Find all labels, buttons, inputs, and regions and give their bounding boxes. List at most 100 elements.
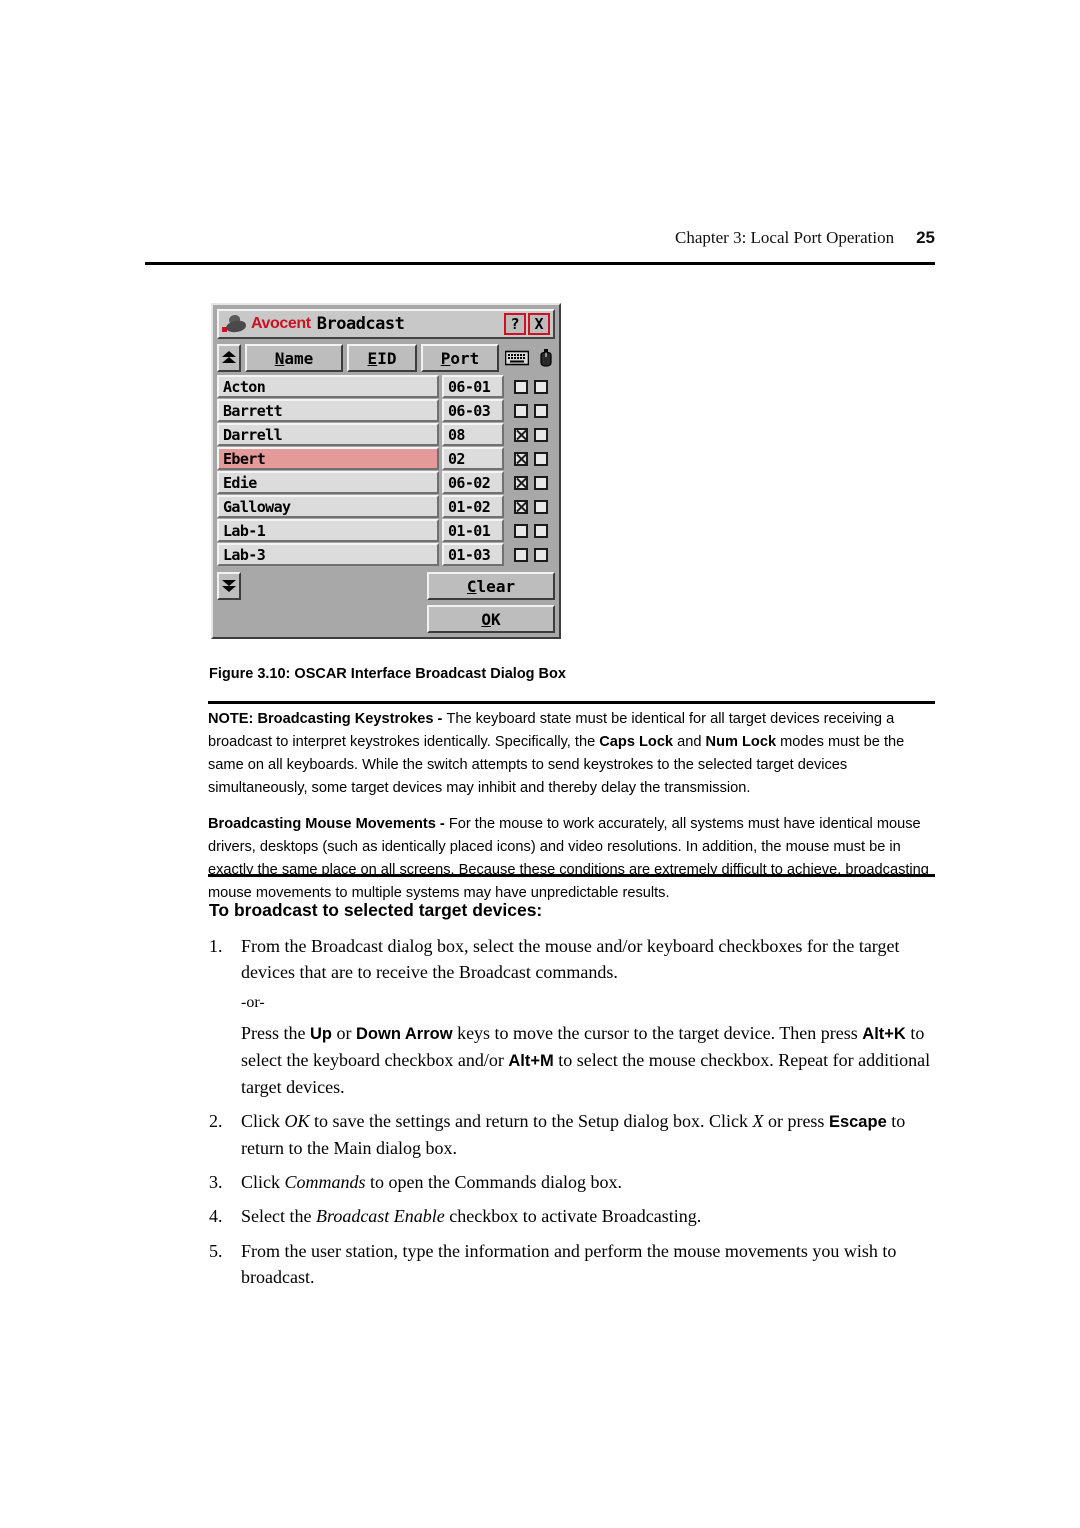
note-paragraph-keystrokes: NOTE: Broadcasting Keystrokes - The keyb… bbox=[208, 708, 938, 800]
note-label-mouse: Broadcasting Mouse Movements - bbox=[208, 816, 449, 833]
page-running-header: Chapter 3: Local Port Operation 25 bbox=[145, 228, 935, 248]
keyboard-checkbox[interactable] bbox=[514, 523, 528, 538]
s2-a: Click bbox=[241, 1111, 285, 1132]
footer-buttons: Clear OK bbox=[427, 572, 555, 633]
device-port-cell[interactable]: 01-02 bbox=[442, 495, 504, 518]
keyboard-checkbox[interactable] bbox=[514, 499, 528, 514]
device-port-cell[interactable]: 06-02 bbox=[442, 471, 504, 494]
note-label-keystrokes: NOTE: Broadcasting Keystrokes - bbox=[208, 711, 447, 727]
device-checkbox-row bbox=[507, 495, 555, 518]
mouse-checkbox[interactable] bbox=[534, 403, 548, 418]
clear-rest: lear bbox=[476, 576, 516, 596]
help-button[interactable]: ? bbox=[504, 313, 526, 335]
keyboard-checkbox[interactable] bbox=[514, 403, 528, 418]
s3-italic-commands: Commands bbox=[284, 1172, 366, 1193]
note-rule-bottom bbox=[208, 874, 935, 877]
step-number: 1. bbox=[209, 936, 223, 956]
device-name-cell[interactable]: Edie bbox=[217, 471, 439, 494]
keyboard-icon bbox=[505, 350, 529, 366]
mouse-checkbox[interactable] bbox=[534, 547, 548, 562]
scroll-up-icon bbox=[222, 351, 236, 363]
device-port-cell[interactable]: 06-03 bbox=[442, 399, 504, 422]
step2-text: Click OK to save the settings and return… bbox=[241, 1108, 939, 1161]
column-header-keyboard bbox=[504, 344, 530, 372]
column-header-port[interactable]: Port bbox=[421, 344, 499, 372]
device-name-cell[interactable]: Ebert bbox=[217, 447, 439, 470]
device-port-cell[interactable]: 08 bbox=[442, 423, 504, 446]
device-checkbox-row bbox=[507, 471, 555, 494]
avocent-logo-icon bbox=[222, 313, 248, 334]
step-number: 4. bbox=[209, 1206, 223, 1227]
clear-button[interactable]: Clear bbox=[427, 572, 555, 600]
s1-bold-down-arrow: Down Arrow bbox=[356, 1025, 453, 1044]
keyboard-checkbox[interactable] bbox=[514, 379, 528, 394]
eid-mnemonic: E bbox=[367, 348, 378, 368]
step-item: 4. Select the Broadcast Enable checkbox … bbox=[209, 1203, 939, 1229]
step-body: Select the Broadcast Enable checkbox to … bbox=[241, 1203, 939, 1229]
device-name-cell[interactable]: Galloway bbox=[217, 495, 439, 518]
column-header-eid[interactable]: E ID bbox=[347, 344, 417, 372]
step-body: Click OK to save the settings and return… bbox=[241, 1108, 939, 1161]
ok-button[interactable]: OK bbox=[427, 605, 555, 633]
mouse-checkbox[interactable] bbox=[534, 523, 548, 538]
keyboard-checkbox[interactable] bbox=[514, 451, 528, 466]
scroll-down-button[interactable] bbox=[217, 572, 241, 600]
port-rest: ort bbox=[450, 348, 480, 368]
s2-c: or press bbox=[763, 1111, 829, 1132]
note-text-b: and bbox=[673, 734, 706, 751]
s2-bold-escape: Escape bbox=[828, 1113, 887, 1132]
device-port-cell[interactable]: 01-03 bbox=[442, 543, 504, 566]
s1-c: keys to move the cursor to the target de… bbox=[452, 1023, 863, 1044]
keyboard-checkbox[interactable] bbox=[514, 427, 528, 442]
scroll-up-button[interactable] bbox=[217, 344, 241, 372]
keyboard-checkbox[interactable] bbox=[514, 475, 528, 490]
step-item: 2. Click OK to save the settings and ret… bbox=[209, 1108, 939, 1161]
s1-bold-alt-k: Alt+K bbox=[862, 1025, 906, 1044]
step-item: 3. Click Commands to open the Commands d… bbox=[209, 1169, 939, 1195]
keyboard-checkbox[interactable] bbox=[514, 547, 528, 562]
chapter-title: Chapter 3: Local Port Operation bbox=[675, 228, 895, 247]
device-name-cell[interactable]: Acton bbox=[217, 375, 439, 398]
column-header-name[interactable]: Name bbox=[245, 344, 343, 372]
s1-bold-alt-m: Alt+M bbox=[508, 1052, 554, 1071]
note-bold-caps-lock: Caps Lock bbox=[599, 734, 674, 751]
device-name-cell[interactable]: Darrell bbox=[217, 423, 439, 446]
s1-a: Press the bbox=[241, 1023, 310, 1044]
clear-mnemonic: C bbox=[466, 576, 477, 596]
mouse-checkbox[interactable] bbox=[534, 427, 548, 442]
procedure-heading: To broadcast to selected target devices: bbox=[209, 900, 543, 920]
device-name-cell[interactable]: Lab-3 bbox=[217, 543, 439, 566]
scroll-down-icon bbox=[222, 580, 236, 592]
mouse-checkbox[interactable] bbox=[534, 475, 548, 490]
port-mnemonic: P bbox=[440, 348, 451, 368]
avocent-wordmark: Avocent bbox=[251, 315, 311, 332]
device-port-cell[interactable]: 06-01 bbox=[442, 375, 504, 398]
eid-rest: ID bbox=[377, 348, 397, 368]
s1-bold-up: Up bbox=[310, 1025, 332, 1044]
device-checkbox-row bbox=[507, 399, 555, 422]
step-body: From the Broadcast dialog box, select th… bbox=[241, 933, 939, 1100]
mouse-checkbox[interactable] bbox=[534, 451, 548, 466]
mouse-checkbox[interactable] bbox=[534, 499, 548, 514]
figure-caption: Figure 3.10: OSCAR Interface Broadcast D… bbox=[209, 666, 566, 682]
s4-b: checkbox to activate Broadcasting. bbox=[444, 1206, 702, 1227]
device-port-cell[interactable]: 01-01 bbox=[442, 519, 504, 542]
device-name-cell[interactable]: Barrett bbox=[217, 399, 439, 422]
device-name-column: Acton Barrett Darrell Ebert Edie Galloway Lab-… bbox=[217, 375, 439, 567]
device-checkbox-row bbox=[507, 375, 555, 398]
device-port-column: 06-01 06-03 08 02 06-02 01-02 01-01 01-03 bbox=[442, 375, 504, 567]
device-name-cell[interactable]: Lab-1 bbox=[217, 519, 439, 542]
column-header-row: Name E ID Port bbox=[217, 344, 555, 372]
header-rule bbox=[145, 262, 935, 265]
step-body: Click Commands to open the Commands dial… bbox=[241, 1169, 939, 1195]
mouse-checkbox[interactable] bbox=[534, 379, 548, 394]
dialog-footer: Clear OK bbox=[217, 572, 555, 633]
close-button[interactable]: X bbox=[528, 313, 550, 335]
device-checkbox-row bbox=[507, 423, 555, 446]
step1-or-label: -or- bbox=[241, 994, 265, 1012]
step4-text: Select the Broadcast Enable checkbox to … bbox=[241, 1203, 939, 1229]
device-port-cell[interactable]: 02 bbox=[442, 447, 504, 470]
note-bold-num-lock: Num Lock bbox=[705, 734, 777, 751]
step3-text: Click Commands to open the Commands dial… bbox=[241, 1169, 939, 1195]
step-body: From the user station, type the informat… bbox=[241, 1238, 939, 1290]
